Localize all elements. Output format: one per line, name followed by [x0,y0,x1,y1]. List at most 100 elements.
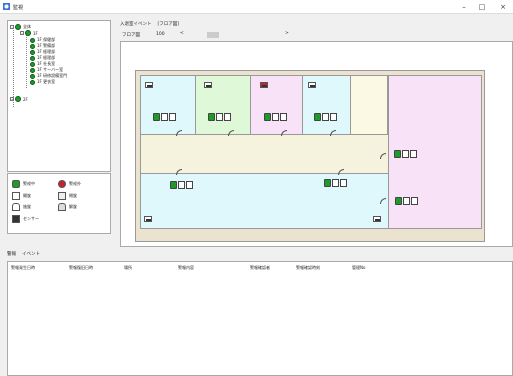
status-green-icon [208,113,215,121]
door-swing-icon [380,198,386,204]
col-header[interactable]: 警報発生日時 [11,265,35,271]
collapse-icon[interactable]: - [10,25,14,29]
unlocked-door-icon [12,192,20,200]
legend-panel: 警戒中 警戒外 開錠 閉錠 施錠 解錠 センサー [7,173,111,234]
door-swing-icon [338,169,344,175]
status-green-icon [30,55,35,61]
lock-icon [340,179,347,187]
sensor-icon[interactable] [204,82,212,88]
app-icon [3,3,10,10]
bottom-tabs: 警報 イベント [7,251,46,259]
sensor-alarm-icon[interactable] [260,82,268,88]
legend-item: 解錠 [58,203,77,211]
door-icon [216,113,223,121]
scroll-thumb[interactable] [207,32,219,38]
lock-icon [410,150,417,158]
status-green-icon [394,150,401,158]
status-green-icon [30,49,35,55]
sensor-icon[interactable] [144,216,152,222]
door-icon [272,113,279,121]
col-header[interactable]: 警報復旧日時 [69,265,93,271]
room-3[interactable] [250,75,303,135]
col-header[interactable]: 管理No [352,265,365,271]
floor-plan [135,70,485,242]
legend-label: 警戒外 [69,181,81,186]
tree-node-1f[interactable]: - 1F [20,30,38,36]
tab-floor-map[interactable]: [フロア図] [158,21,180,27]
status-green-icon [30,73,35,79]
status-green-icon [15,96,21,102]
legend-item: 閉錠 [58,192,77,200]
maximize-button[interactable]: □ [473,1,491,13]
door-status-group[interactable] [208,113,231,121]
door-icon [332,179,339,187]
col-header[interactable]: 警報確認時刻 [296,265,320,271]
col-header[interactable]: 警報確認者 [250,265,270,271]
tree-node-2f[interactable]: + 2F [10,96,28,102]
sensor-icon[interactable] [373,216,381,222]
expand-icon[interactable]: + [10,97,14,101]
door-status-group[interactable] [324,179,347,187]
locked-door-icon [58,192,66,200]
col-header[interactable]: 警報内容 [178,265,194,271]
unlock-icon [58,203,66,211]
legend-label: 解錠 [69,204,77,209]
map-toolbar: フロア図 100 < > [120,31,512,39]
scroll-left-button[interactable]: < [180,31,184,36]
sensor-icon[interactable] [145,82,153,88]
door-status-group[interactable] [264,113,287,121]
door-swing-icon [330,130,336,136]
floor-map-panel[interactable] [120,41,513,247]
tree-item-room[interactable]: 1F 更衣室 [30,79,55,85]
tab-entry-events[interactable]: 入退室イベント [120,21,152,27]
floor-label: フロア図 [122,33,140,38]
status-green-icon [30,79,35,85]
door-status-group[interactable] [314,113,337,121]
sensor-icon[interactable] [308,82,316,88]
lock-icon [224,113,231,121]
map-tabs: 入退室イベント [フロア図] [120,21,185,29]
tab-alarms[interactable]: 警報 [7,251,16,257]
zoom-value[interactable]: 100 [156,32,165,37]
tab-events[interactable]: イベント [22,251,40,257]
legend-item: 施錠 [12,203,31,211]
lock-icon [330,113,337,121]
door-status-group[interactable] [394,150,417,158]
room-5[interactable] [350,75,388,135]
close-button[interactable]: × [494,1,512,13]
lock-icon [411,197,418,205]
door-swing-icon [281,130,287,136]
col-header[interactable]: 場所 [124,265,132,271]
collapse-icon[interactable]: - [20,31,24,35]
door-status-group[interactable] [170,181,193,189]
door-icon [178,181,185,189]
minimize-button[interactable]: – [455,1,473,13]
legend-item: 警戒中 [12,180,35,188]
window-title: 監視 [13,5,24,11]
door-status-group[interactable] [395,197,418,205]
status-green-icon [264,113,271,121]
status-green-icon [153,113,160,121]
scroll-right-button[interactable]: > [285,31,289,36]
status-green-icon [170,181,177,189]
door-icon [402,150,409,158]
door-status-group[interactable] [153,113,176,121]
door-swing-icon [380,153,386,159]
alarm-table[interactable]: 警報発生日時 警報復旧日時 場所 警報内容 警報確認者 警報確認時刻 管理No [7,261,513,376]
legend-item: 警戒外 [58,180,81,188]
tree-label-1f: 1F [33,30,38,36]
legend-label: 開錠 [23,193,31,198]
location-tree[interactable]: - 全体 - 1F 1F 保健部 1F 警備部 1F 経理部 1F 経理部 1F… [7,20,111,172]
lock-icon [280,113,287,121]
status-green-icon [30,61,35,67]
door-icon [322,113,329,121]
status-green-icon [25,30,31,36]
status-green-icon [30,43,35,49]
status-green-icon [395,197,402,205]
legend-item: センサー [12,215,39,223]
door-icon [161,113,168,121]
lock-icon [186,181,193,189]
corridor [140,134,390,174]
status-green-icon [30,37,35,43]
lock-icon [12,203,20,211]
